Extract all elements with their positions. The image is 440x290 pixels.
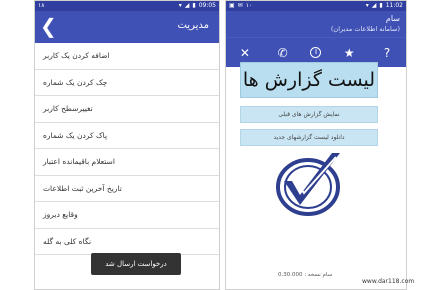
status-bar: ▣ ✉ ۱۰ ▾ ◢ ▮ 11:02: [226, 1, 406, 11]
wifi-icon: ▾: [365, 2, 369, 9]
question-icon[interactable]: ?: [377, 46, 397, 60]
notification-icon: ✉: [237, 2, 243, 9]
app-name: سام: [385, 14, 400, 23]
notification-badge: ۱۸: [38, 2, 45, 9]
reports-screen: ▣ ✉ ۱۰ ▾ ◢ ▮ 11:02 سام (سامانه اطلاعات م…: [225, 0, 407, 290]
reports-list-title: لیست گزارش ها: [240, 62, 378, 98]
previous-reports-button[interactable]: نمایش گزارش های قبلی: [240, 106, 378, 123]
info-icon[interactable]: i: [310, 47, 322, 58]
app-bar: ❮ مدیریت: [35, 11, 219, 43]
menu-item-yesterday-events[interactable]: وقایع دیروز: [35, 202, 219, 229]
menu-item-last-entry-date[interactable]: تاریخ آخرین ثبت اطلاعات: [35, 176, 219, 202]
app-subtitle: (سامانه اطلاعات مدیران): [330, 25, 400, 33]
menu-item-credit-inquiry[interactable]: استعلام باقیمانده اعتبار: [35, 149, 219, 176]
page-title: مدیریت: [177, 20, 209, 31]
battery-icon: ▮: [379, 2, 383, 9]
close-icon[interactable]: ✕: [235, 46, 255, 60]
app-bar: سام (سامانه اطلاعات مدیران): [226, 11, 406, 37]
checkmark-logo-icon: [276, 153, 340, 216]
menu-item-check-number[interactable]: چک کردن یک شماره: [35, 70, 219, 96]
menu-item-herd-overview[interactable]: نگاه کلی به گله: [35, 229, 219, 255]
signal-icon: ◢: [184, 2, 190, 9]
notification-badge: ۱۰: [245, 2, 253, 9]
download-new-reports-button[interactable]: دانلود لیست گزارشهای جدید: [240, 129, 378, 146]
management-screen: ۱۸ ▾ ◢ ▮ 09:05 ❮ مدیریت اضافه کردن یک کا…: [34, 0, 220, 290]
wifi-icon: ▾: [178, 2, 182, 9]
menu-item-change-user-level[interactable]: تغییرسطح کاربر: [35, 96, 219, 123]
star-icon[interactable]: ★: [339, 46, 359, 60]
menu-item-add-user[interactable]: اضافه کردن یک کاربر: [35, 43, 219, 70]
phone-icon[interactable]: ✆: [273, 46, 293, 60]
status-bar: ۱۸ ▾ ◢ ▮ 09:05: [35, 1, 219, 11]
management-menu: اضافه کردن یک کاربر چک کردن یک شماره تغی…: [35, 43, 219, 255]
notification-icon: ▣: [229, 2, 235, 9]
watermark-text: www.dar118.com: [362, 278, 415, 285]
version-label: 0.30.000 : سام نسخه: [278, 272, 333, 278]
menu-item-delete-number[interactable]: پاک کردن یک شماره: [35, 123, 219, 149]
toast-message: درخواست ارسال شد: [91, 253, 181, 275]
status-clock: 11:02: [385, 2, 403, 9]
back-arrow-icon[interactable]: ❮: [40, 16, 57, 36]
signal-icon: ◢: [371, 2, 377, 9]
status-clock: 09:05: [198, 2, 216, 9]
battery-icon: ▮: [192, 2, 196, 9]
